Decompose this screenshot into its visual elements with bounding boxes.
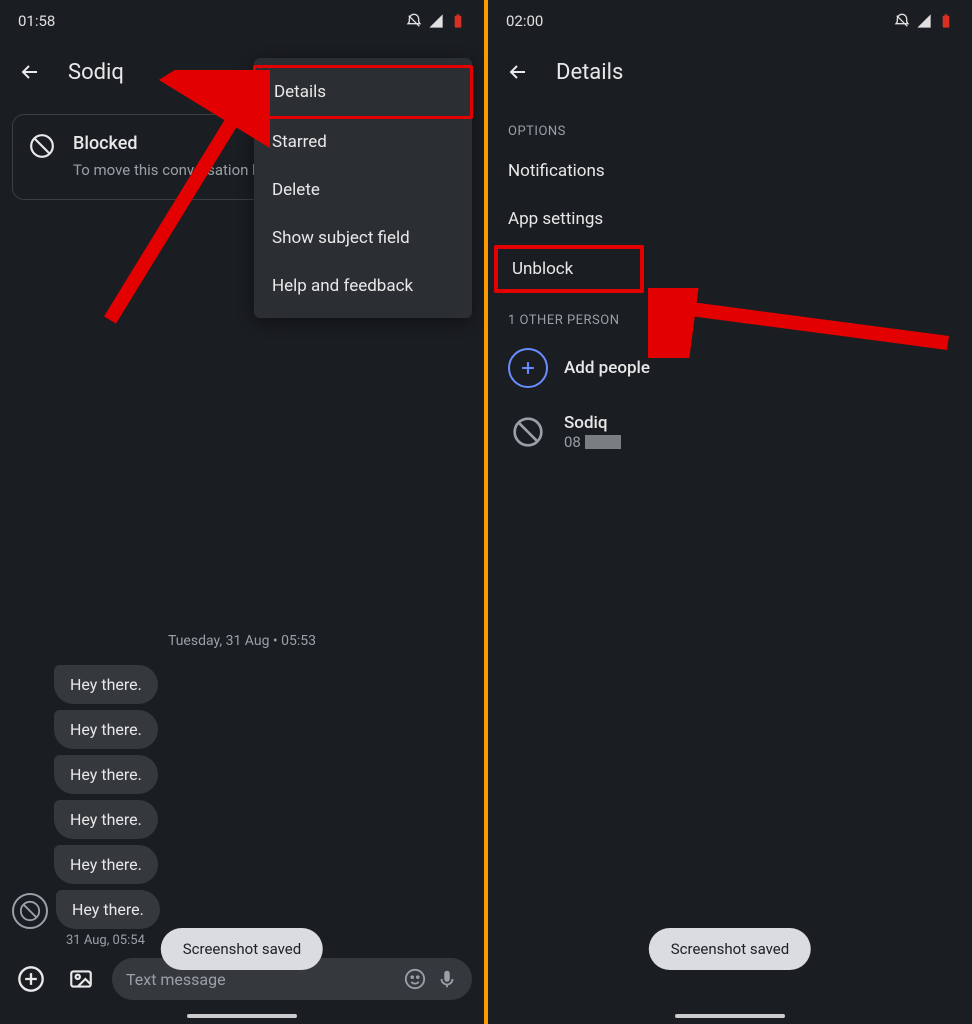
attach-plus-button[interactable] bbox=[12, 960, 50, 998]
redacted-block bbox=[585, 435, 621, 449]
emoji-icon[interactable] bbox=[404, 968, 426, 990]
back-button[interactable] bbox=[498, 52, 538, 92]
blocked-icon bbox=[29, 133, 59, 181]
conversation-title: Sodiq bbox=[68, 60, 124, 85]
date-divider: Tuesday, 31 Aug • 05:53 bbox=[12, 633, 472, 649]
message-row: Hey there. bbox=[12, 845, 472, 884]
message-bubble[interactable]: Hey there. bbox=[54, 800, 158, 839]
section-label-people: 1 OTHER PERSON bbox=[488, 295, 972, 336]
status-bar: 02:00 bbox=[488, 0, 972, 38]
option-notifications[interactable]: Notifications bbox=[488, 147, 972, 195]
blocked-avatar-icon bbox=[12, 893, 48, 929]
message-bubble[interactable]: Hey there. bbox=[56, 890, 160, 929]
page-title: Details bbox=[556, 60, 623, 85]
status-time: 01:58 bbox=[18, 12, 55, 30]
message-row: Hey there. bbox=[12, 800, 472, 839]
message-bubble[interactable]: Hey there. bbox=[54, 755, 158, 794]
toast-screenshot-saved: Screenshot saved bbox=[649, 928, 811, 970]
phone-screenshot-left: 01:58 Sodiq Blocked To move this convers… bbox=[0, 0, 486, 1024]
message-bubble[interactable]: Hey there. bbox=[54, 665, 158, 704]
message-row: Hey there. bbox=[12, 665, 472, 704]
status-time: 02:00 bbox=[506, 12, 543, 30]
menu-item-show-subject[interactable]: Show subject field bbox=[254, 214, 472, 262]
compose-placeholder: Text message bbox=[126, 970, 394, 989]
add-icon bbox=[508, 348, 548, 388]
message-bubble[interactable]: Hey there. bbox=[54, 845, 158, 884]
back-button[interactable] bbox=[10, 52, 50, 92]
menu-item-delete[interactable]: Delete bbox=[254, 166, 472, 214]
menu-item-starred[interactable]: Starred bbox=[254, 118, 472, 166]
mic-icon[interactable] bbox=[436, 968, 458, 990]
battery-icon bbox=[450, 13, 466, 29]
person-name: Sodiq bbox=[564, 413, 621, 433]
menu-item-details[interactable]: Details bbox=[253, 65, 473, 119]
nav-indicator bbox=[187, 1014, 297, 1018]
signal-icon bbox=[428, 13, 444, 29]
overflow-menu: Details Starred Delete Show subject fiel… bbox=[254, 58, 472, 318]
person-number-prefix: 08 bbox=[564, 433, 581, 451]
phone-screenshot-right: 02:00 Details OPTIONS Notifications App … bbox=[486, 0, 972, 1024]
app-bar: Details bbox=[488, 38, 972, 106]
toast-screenshot-saved: Screenshot saved bbox=[161, 928, 323, 970]
menu-item-help[interactable]: Help and feedback bbox=[254, 262, 472, 310]
battery-icon bbox=[938, 13, 954, 29]
option-unblock[interactable]: Unblock bbox=[494, 245, 644, 293]
status-icons bbox=[894, 13, 954, 29]
message-row: Hey there. bbox=[12, 755, 472, 794]
person-row[interactable]: Sodiq 08 bbox=[488, 400, 972, 464]
add-people-row[interactable]: Add people bbox=[488, 336, 972, 400]
nav-indicator bbox=[675, 1014, 785, 1018]
option-app-settings[interactable]: App settings bbox=[488, 195, 972, 243]
message-row: Hey there. bbox=[12, 890, 472, 929]
message-bubble[interactable]: Hey there. bbox=[54, 710, 158, 749]
signal-icon bbox=[916, 13, 932, 29]
dnd-icon bbox=[894, 13, 910, 29]
conversation-area: Tuesday, 31 Aug • 05:53 Hey there. Hey t… bbox=[0, 208, 484, 948]
status-icons bbox=[406, 13, 466, 29]
person-number: 08 bbox=[564, 433, 621, 451]
blocked-avatar-icon bbox=[508, 412, 548, 452]
message-row: Hey there. bbox=[12, 710, 472, 749]
gallery-button[interactable] bbox=[62, 960, 100, 998]
section-label-options: OPTIONS bbox=[488, 106, 972, 147]
add-people-label: Add people bbox=[564, 358, 650, 378]
dnd-icon bbox=[406, 13, 422, 29]
status-bar: 01:58 bbox=[0, 0, 484, 38]
